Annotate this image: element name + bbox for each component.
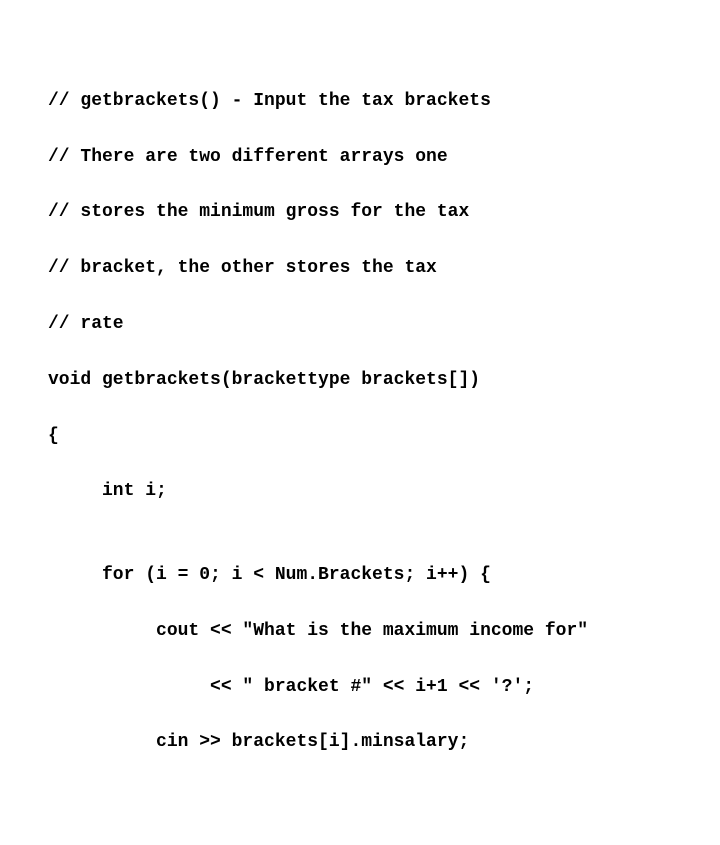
code-line: // There are two different arrays one: [48, 144, 672, 172]
code-line: // getbrackets() - Input the tax bracket…: [48, 88, 672, 116]
code-line: << " bracket #" << i+1 << '?';: [48, 674, 672, 702]
code-line: cout << "What is the maximum income for": [48, 618, 672, 646]
code-line: // rate: [48, 311, 672, 339]
code-line: for (i = 0; i < Num.Brackets; i++) {: [48, 562, 672, 590]
code-line: cin >> brackets[i].minsalary;: [48, 729, 672, 757]
code-line: int i;: [48, 478, 672, 506]
code-snippet: // getbrackets() - Input the tax bracket…: [0, 0, 720, 845]
code-line: // bracket, the other stores the tax: [48, 255, 672, 283]
code-line: {: [48, 423, 672, 451]
code-line: // stores the minimum gross for the tax: [48, 199, 672, 227]
code-line: void getbrackets(brackettype brackets[]): [48, 367, 672, 395]
